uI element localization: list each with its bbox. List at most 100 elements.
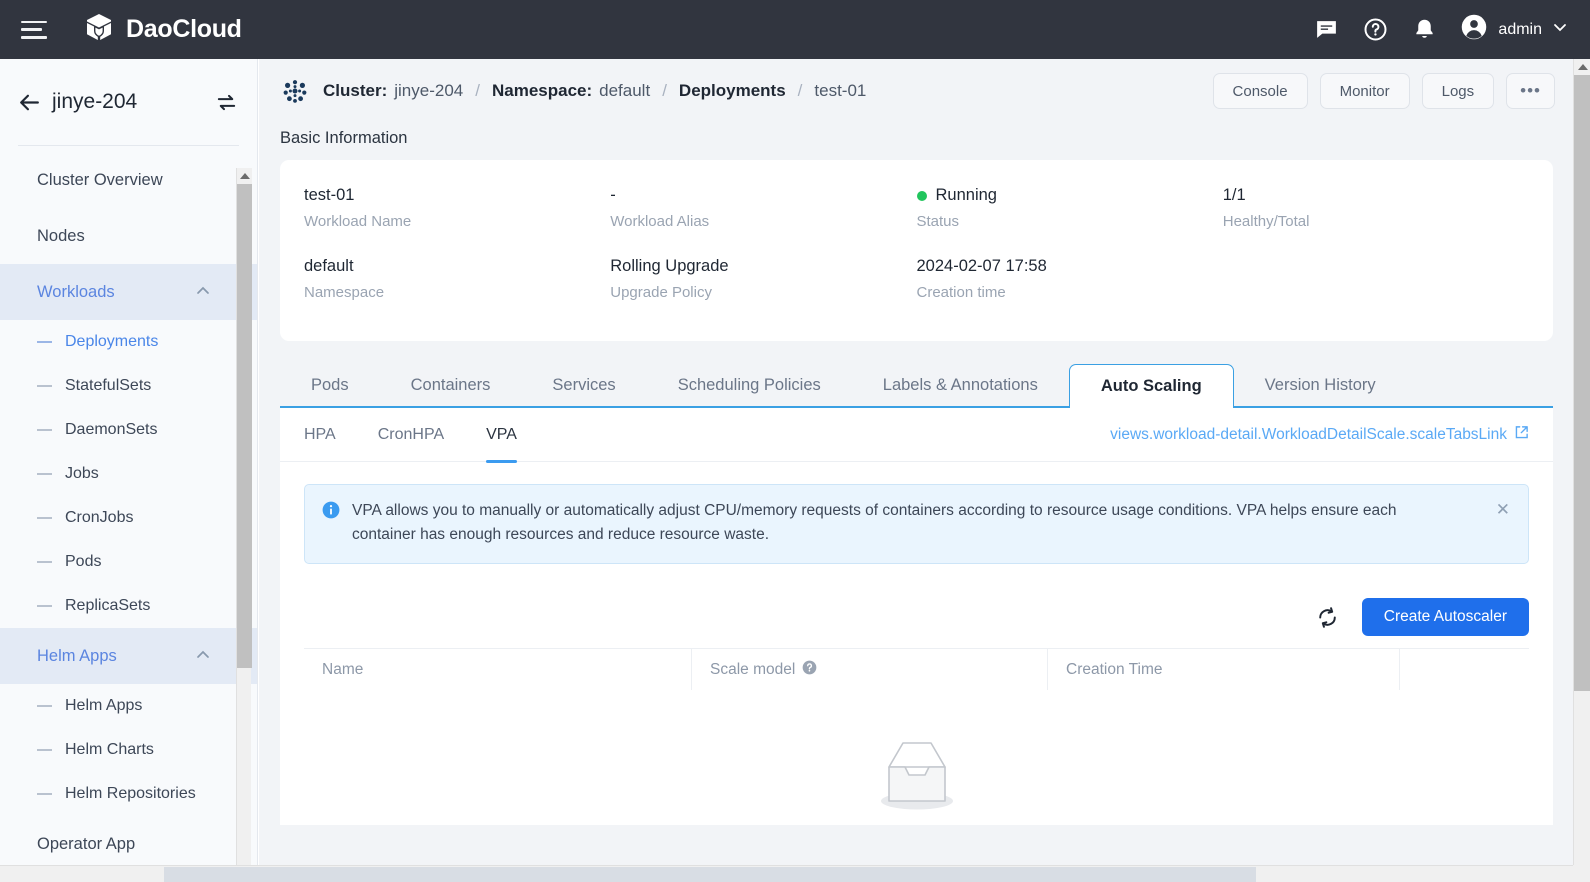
breadcrumb-separator: / <box>475 81 480 101</box>
scroll-up-arrow-icon[interactable] <box>237 168 252 184</box>
tab-pods[interactable]: Pods <box>280 364 380 406</box>
sidebar-group-workloads[interactable]: Workloads <box>0 264 257 320</box>
sidebar-item-helm-apps[interactable]: Helm Apps <box>0 684 257 728</box>
create-autoscaler-button[interactable]: Create Autoscaler <box>1362 598 1529 636</box>
sidebar-item-label: Deployments <box>65 333 158 351</box>
sidebar-item-label: Helm Apps <box>65 697 142 715</box>
user-menu[interactable]: admin <box>1460 13 1568 46</box>
empty-state: No Data <box>304 690 1529 825</box>
monitor-button[interactable]: Monitor <box>1320 73 1410 109</box>
sidebar-item-helm-charts[interactable]: Helm Charts <box>0 728 257 772</box>
sidebar-item-deployments[interactable]: Deployments <box>0 320 257 364</box>
swap-icon[interactable] <box>213 89 239 115</box>
console-button[interactable]: Console <box>1213 73 1308 109</box>
tab-containers[interactable]: Containers <box>380 364 522 406</box>
sidebar-item-pods[interactable]: Pods <box>0 540 257 584</box>
info-field-status: Running Status <box>917 186 1223 230</box>
sidebar: jinye-204 Cluster Overview Nodes Workloa… <box>0 59 258 882</box>
empty-inbox-icon <box>867 731 967 820</box>
sidebar-item-cluster-overview[interactable]: Cluster Overview <box>0 152 257 208</box>
scale-tabs-link[interactable]: views.workload-detail.WorkloadDetailScal… <box>1110 425 1529 445</box>
scroll-up-arrow-icon[interactable] <box>1574 59 1590 75</box>
breadcrumb-kind-label[interactable]: Deployments <box>679 81 786 101</box>
sidebar-item-label: StatefulSets <box>65 377 151 395</box>
logs-button[interactable]: Logs <box>1422 73 1495 109</box>
hamburger-icon[interactable] <box>21 21 47 39</box>
help-icon[interactable] <box>802 660 817 680</box>
status-badge: Running <box>936 186 997 205</box>
chevron-down-icon[interactable] <box>1552 19 1568 40</box>
refresh-icon[interactable] <box>1315 604 1341 630</box>
breadcrumb: Cluster: jinye-204 / Namespace: default … <box>323 81 866 101</box>
tab-version-history[interactable]: Version History <box>1234 364 1407 406</box>
arrow-left-icon[interactable] <box>14 87 44 117</box>
sidebar-cluster-name: jinye-204 <box>52 90 137 114</box>
info-label: Status <box>917 213 1223 230</box>
tab-scheduling-policies[interactable]: Scheduling Policies <box>647 364 852 406</box>
sidebar-scrollbar-thumb[interactable] <box>237 184 252 668</box>
sidebar-item-label: Helm Charts <box>65 741 154 759</box>
dash-icon <box>37 605 52 607</box>
info-value: Rolling Upgrade <box>610 257 916 276</box>
breadcrumb-bar: Cluster: jinye-204 / Namespace: default … <box>259 59 1573 123</box>
breadcrumb-workload-value: test-01 <box>814 81 866 101</box>
tab-services[interactable]: Services <box>521 364 646 406</box>
sidebar-item-replicasets[interactable]: ReplicaSets <box>0 584 257 628</box>
chat-icon[interactable] <box>1313 16 1340 43</box>
subtab-vpa[interactable]: VPA <box>486 408 517 462</box>
sidebar-item-label: Helm Apps <box>37 647 117 666</box>
sidebar-item-nodes[interactable]: Nodes <box>0 208 257 264</box>
sidebar-item-jobs[interactable]: Jobs <box>0 452 257 496</box>
more-actions-button[interactable]: ••• <box>1506 73 1555 109</box>
bell-icon[interactable] <box>1411 16 1438 43</box>
sidebar-menu: Cluster Overview Nodes Workloads Deploym… <box>0 146 257 872</box>
close-icon[interactable]: ✕ <box>1496 499 1510 547</box>
sidebar-item-cronjobs[interactable]: CronJobs <box>0 496 257 540</box>
info-value: 2024-02-07 17:58 <box>917 257 1223 276</box>
table-header-name[interactable]: Name <box>304 649 692 690</box>
page-vertical-scrollbar[interactable] <box>1573 59 1590 865</box>
sidebar-group-helm-apps[interactable]: Helm Apps <box>0 628 257 684</box>
breadcrumb-cluster-value[interactable]: jinye-204 <box>394 81 463 101</box>
page-horizontal-scrollbar-thumb[interactable] <box>164 867 1256 882</box>
info-value: - <box>610 186 916 205</box>
dash-icon <box>37 749 52 751</box>
page-horizontal-scrollbar[interactable] <box>0 865 1573 882</box>
info-label: Namespace <box>304 284 610 301</box>
table-header-creation-time[interactable]: Creation Time <box>1048 649 1400 690</box>
topbar-actions: admin <box>1313 13 1590 46</box>
tab-auto-scaling[interactable]: Auto Scaling <box>1069 364 1234 408</box>
chevron-up-icon <box>195 283 211 302</box>
dash-icon <box>37 517 52 519</box>
sidebar-item-helm-repositories[interactable]: Helm Repositories <box>0 772 257 816</box>
dash-icon <box>37 561 52 563</box>
sidebar-scrollbar[interactable] <box>236 168 251 882</box>
info-field-workload-name: test-01 Workload Name <box>304 186 610 230</box>
tab-labels-annotations[interactable]: Labels & Annotations <box>852 364 1069 406</box>
info-label: Workload Name <box>304 213 610 230</box>
page-vertical-scrollbar-thumb[interactable] <box>1574 75 1590 691</box>
sidebar-item-statefulsets[interactable]: StatefulSets <box>0 364 257 408</box>
breadcrumb-namespace-value[interactable]: default <box>599 81 650 101</box>
sidebar-item-daemonsets[interactable]: DaemonSets <box>0 408 257 452</box>
dash-icon <box>37 473 52 475</box>
basic-information-title: Basic Information <box>259 123 1573 160</box>
subtab-hpa[interactable]: HPA <box>304 408 336 462</box>
sidebar-item-label: Operator App <box>37 835 135 854</box>
table-header-row: Name Scale model Creation Time <box>304 649 1529 690</box>
info-label: Upgrade Policy <box>610 284 916 301</box>
scale-tabs-link-label: views.workload-detail.WorkloadDetailScal… <box>1110 426 1507 444</box>
chevron-up-icon <box>195 647 211 666</box>
dash-icon <box>37 793 52 795</box>
help-icon[interactable] <box>1362 16 1389 43</box>
sidebar-group-operator-app[interactable]: Operator App <box>0 816 257 872</box>
avatar <box>1460 13 1488 46</box>
table-header-scale-model[interactable]: Scale model <box>692 649 1048 690</box>
autoscaler-table: Name Scale model Creation Time <box>304 648 1529 825</box>
dash-icon <box>37 429 52 431</box>
subtab-cronhpa[interactable]: CronHPA <box>378 408 444 462</box>
column-label: Creation Time <box>1066 661 1162 679</box>
sidebar-item-label: Workloads <box>37 283 115 302</box>
basic-information-grid: test-01 Workload Name - Workload Alias R… <box>280 186 1553 301</box>
sidebar-scroll-area: Cluster Overview Nodes Workloads Deploym… <box>0 146 257 882</box>
